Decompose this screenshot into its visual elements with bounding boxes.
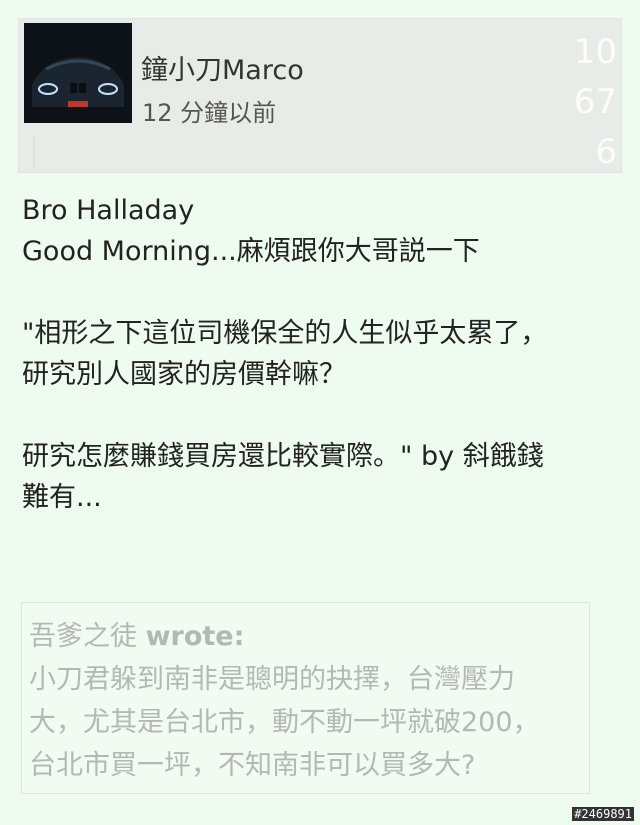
divider [33,137,35,167]
message-line: 研究怎麼賺錢買房還比較實際。" by 斜餓錢 [22,441,544,472]
quote-line: 大，尤其是台北市，動不動一坪就破200， [29,707,540,738]
count-value: 67 [573,82,617,122]
quote-wrote-label: wrote: [145,621,245,652]
post-timestamp: 12 分鐘以前 [142,99,277,127]
count-value: 6 [595,132,617,172]
message-line: Good Morning...麻煩跟你大哥説一下 [22,236,480,267]
post-header: 鐘小刀Marco 12 分鐘以前 10 67 6 [18,18,622,173]
quote-header: 吾爹之徒 wrote: [29,615,589,658]
message-line: "相形之下這位司機保全的人生似乎太累了， [22,318,548,349]
count-value: 10 [573,32,617,72]
quote-author[interactable]: 吾爹之徒 [29,621,137,652]
post-counts: 10 67 6 [557,27,617,177]
post-id-watermark: #2469891 [572,807,634,821]
quote-line: 台北市買一坪，不知南非可以買多大? [29,750,476,781]
author-name[interactable]: 鐘小刀Marco [141,57,304,84]
quote-line: 小刀君躲到南非是聰明的抉擇，台灣壓力 [29,664,515,695]
quoted-post: 吾爹之徒 wrote: 小刀君躲到南非是聰明的抉擇，台灣壓力 大，尤其是台北市，… [21,602,590,794]
message-line: Bro Halladay [22,195,195,226]
message-line: 研究別人國家的房價幹嘛？ [22,359,346,390]
post-message: Bro Halladay Good Morning...麻煩跟你大哥説一下 "相… [22,190,622,518]
car-photo-icon [24,23,132,123]
message-line: 難有... [22,482,102,513]
avatar[interactable] [24,23,132,123]
